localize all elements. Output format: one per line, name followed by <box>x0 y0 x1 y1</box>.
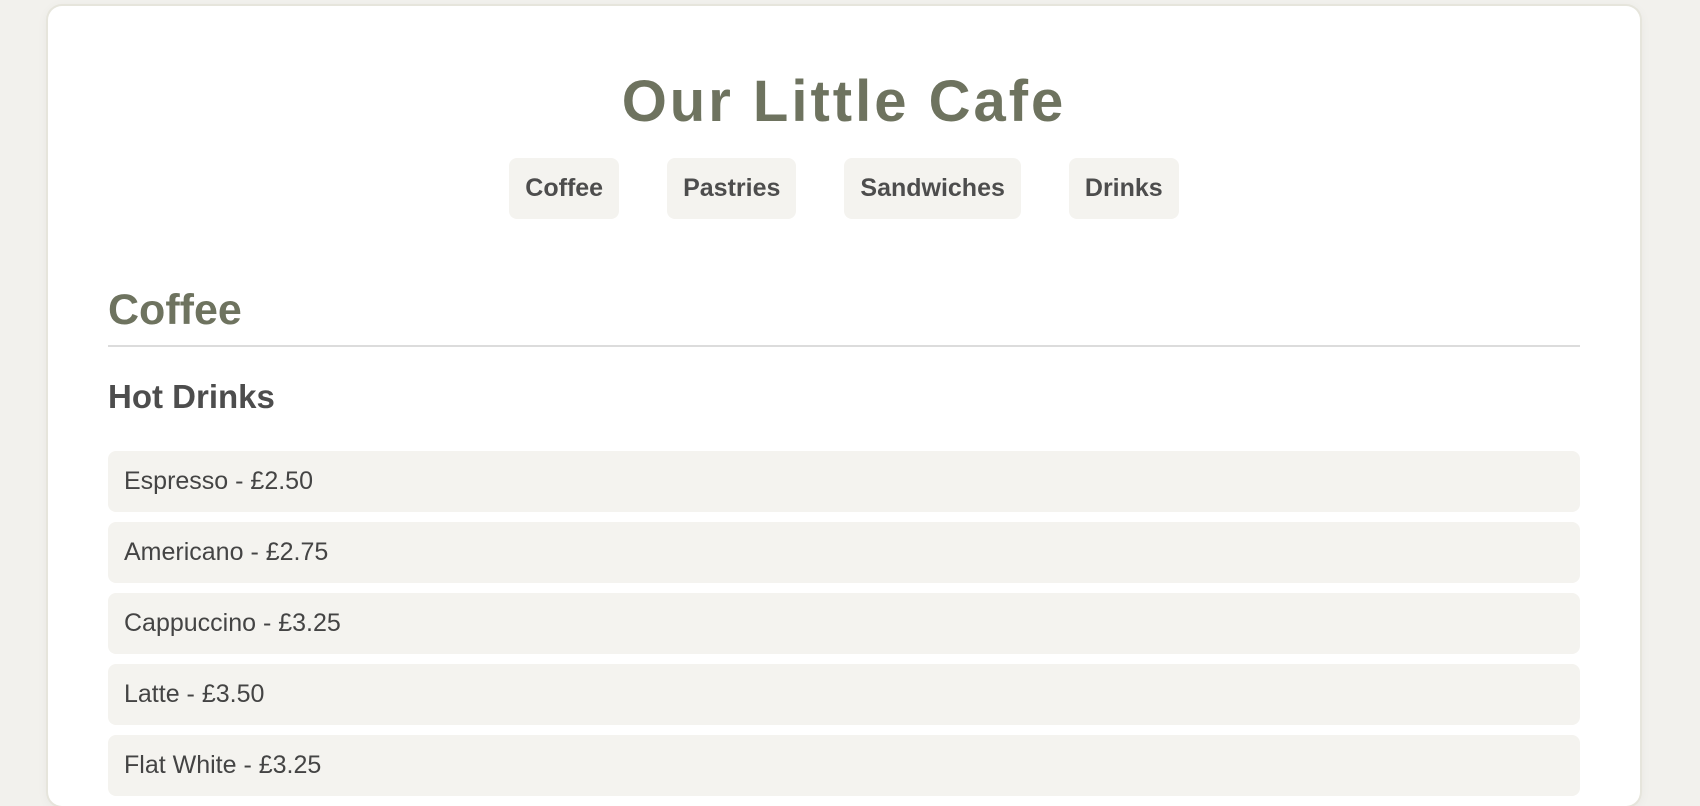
section-title-coffee: Coffee <box>108 286 242 334</box>
category-nav: Coffee Pastries Sandwiches Drinks <box>48 158 1640 219</box>
menu-item-latte: Latte - £3.50 <box>108 664 1580 725</box>
menu-item-flat-white: Flat White - £3.25 <box>108 735 1580 796</box>
nav-item-drinks[interactable]: Drinks <box>1068 158 1179 219</box>
subsection-title-hot-drinks: Hot Drinks <box>108 378 275 415</box>
menu-item-americano: Americano - £2.75 <box>108 522 1580 583</box>
menu-list: Espresso - £2.50 Americano - £2.75 Cappu… <box>108 451 1580 806</box>
page-title: Our Little Cafe <box>621 69 1067 134</box>
nav-item-coffee[interactable]: Coffee <box>509 158 620 219</box>
nav-item-pastries[interactable]: Pastries <box>667 158 797 219</box>
menu-item-espresso: Espresso - £2.50 <box>108 451 1580 512</box>
menu-item-cappuccino: Cappuccino - £3.25 <box>108 593 1580 654</box>
section-divider <box>108 345 1580 347</box>
nav-item-sandwiches[interactable]: Sandwiches <box>844 158 1021 219</box>
menu-card: Our Little Cafe Coffee Pastries Sandwich… <box>48 6 1640 806</box>
